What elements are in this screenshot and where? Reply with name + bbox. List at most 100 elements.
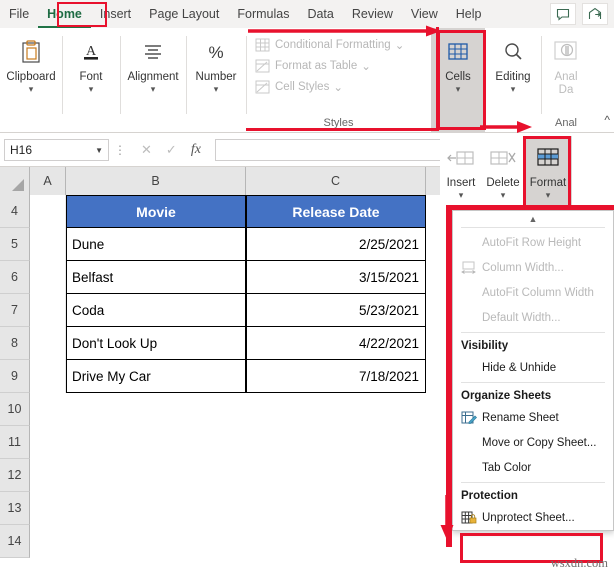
chevron-down-icon[interactable]: ▾ bbox=[459, 191, 464, 200]
menu-item-move-or-copy-sheet[interactable]: Move or Copy Sheet... bbox=[453, 430, 613, 455]
chevron-down-icon[interactable]: ▾ bbox=[151, 85, 156, 94]
row-header-13[interactable]: 13 bbox=[0, 492, 30, 525]
cell-b4-movie-header[interactable]: Movie bbox=[66, 195, 246, 228]
blank-icon bbox=[459, 284, 478, 301]
cell-b7[interactable]: Coda bbox=[66, 294, 246, 327]
alignment-button[interactable]: Alignment ▾ bbox=[127, 36, 179, 106]
ribbon-group-editing[interactable]: Editing ▾ bbox=[485, 28, 541, 133]
cell-a5[interactable] bbox=[30, 228, 66, 261]
enter-check-icon[interactable]: ✓ bbox=[166, 142, 177, 158]
cell-c8[interactable]: 4/22/2021 bbox=[246, 327, 426, 360]
conditional-formatting-icon bbox=[254, 37, 270, 52]
ribbon-group-analyze[interactable]: Anal Da Anal bbox=[541, 28, 591, 133]
cell-styles-button[interactable]: Cell Styles ⌄ bbox=[254, 76, 431, 97]
row-header-6[interactable]: 6 bbox=[0, 261, 30, 294]
ribbon-group-font[interactable]: A Font ▾ bbox=[62, 28, 120, 133]
select-all-corner[interactable] bbox=[0, 167, 30, 195]
tab-page-layout[interactable]: Page Layout bbox=[140, 0, 228, 28]
chevron-down-icon[interactable]: ▾ bbox=[501, 191, 506, 200]
row-header-12[interactable]: 12 bbox=[0, 459, 30, 492]
cell-c7[interactable]: 5/23/2021 bbox=[246, 294, 426, 327]
row-header-4[interactable]: 4 bbox=[0, 195, 30, 228]
cell-a7[interactable] bbox=[30, 294, 66, 327]
clipboard-button[interactable]: Clipboard ▾ bbox=[6, 36, 56, 106]
fx-icon[interactable]: fx bbox=[191, 142, 201, 158]
name-box-value: H16 bbox=[10, 143, 33, 157]
cell-a6[interactable] bbox=[30, 261, 66, 294]
share-icon[interactable] bbox=[582, 3, 608, 25]
cell-b9[interactable]: Drive My Car bbox=[66, 360, 246, 393]
name-box[interactable]: H16 ▼ bbox=[4, 139, 109, 161]
column-header-b[interactable]: B bbox=[66, 167, 246, 195]
chevron-down-icon[interactable]: ▾ bbox=[546, 191, 551, 200]
ribbon-group-cells[interactable]: Cells ▾ bbox=[431, 28, 485, 133]
scroll-up-arrow-icon[interactable]: ▲ bbox=[453, 213, 613, 225]
cell-a9[interactable] bbox=[30, 360, 66, 393]
cell-a8[interactable] bbox=[30, 327, 66, 360]
menu-item-column-width[interactable]: Column Width... bbox=[453, 255, 613, 280]
ribbon-group-clipboard[interactable]: Clipboard ▾ bbox=[0, 28, 62, 133]
tab-view[interactable]: View bbox=[402, 0, 447, 28]
cell-a4[interactable] bbox=[30, 195, 66, 228]
column-header-c[interactable]: C bbox=[246, 167, 426, 195]
row-header-9[interactable]: 9 bbox=[0, 360, 30, 393]
ribbon-group-number[interactable]: % Number ▾ bbox=[186, 28, 246, 133]
chevron-down-icon[interactable]: ▾ bbox=[511, 85, 516, 94]
chevron-down-icon[interactable]: ⌄ bbox=[333, 80, 343, 94]
delete-cells-button[interactable]: Delete ▾ bbox=[482, 136, 524, 208]
format-dropdown-menu: ▲ AutoFit Row Height Column Width... Aut… bbox=[452, 210, 614, 531]
menu-item-autofit-row-height[interactable]: AutoFit Row Height bbox=[453, 230, 613, 255]
tab-help[interactable]: Help bbox=[447, 0, 491, 28]
cell-b5[interactable]: Dune bbox=[66, 228, 246, 261]
conditional-formatting-button[interactable]: Conditional Formatting ⌄ bbox=[254, 34, 431, 55]
comment-icon[interactable] bbox=[550, 3, 576, 25]
font-button[interactable]: A Font ▾ bbox=[68, 36, 114, 106]
alignment-label: Alignment bbox=[127, 71, 179, 83]
analyze-label-line2: Da bbox=[558, 84, 574, 96]
chevron-down-icon[interactable]: ▾ bbox=[29, 85, 34, 94]
number-button[interactable]: % Number ▾ bbox=[193, 36, 239, 106]
row-header-10[interactable]: 10 bbox=[0, 393, 30, 426]
cell-c9[interactable]: 7/18/2021 bbox=[246, 360, 426, 393]
format-as-table-icon bbox=[254, 58, 270, 73]
menu-item-tab-color[interactable]: Tab Color bbox=[453, 455, 613, 480]
tab-review[interactable]: Review bbox=[343, 0, 402, 28]
menu-item-unprotect-sheet[interactable]: Unprotect Sheet... bbox=[453, 505, 613, 530]
chevron-down-icon[interactable]: ▾ bbox=[89, 85, 94, 94]
tab-data[interactable]: Data bbox=[298, 0, 342, 28]
column-header-a[interactable]: A bbox=[30, 167, 66, 195]
chevron-down-icon[interactable]: ▼ bbox=[95, 146, 103, 155]
chevron-down-icon[interactable]: ▾ bbox=[456, 85, 461, 94]
format-cells-button[interactable]: Format ▾ bbox=[524, 136, 572, 208]
format-as-table-button[interactable]: Format as Table ⌄ bbox=[254, 55, 431, 76]
tab-insert[interactable]: Insert bbox=[91, 0, 140, 28]
tab-file[interactable]: File bbox=[0, 0, 38, 28]
cell-c5[interactable]: 2/25/2021 bbox=[246, 228, 426, 261]
row-header-5[interactable]: 5 bbox=[0, 228, 30, 261]
chevron-down-icon[interactable]: ⌄ bbox=[395, 38, 405, 52]
row-header-8[interactable]: 8 bbox=[0, 327, 30, 360]
collapse-ribbon-icon[interactable]: ^ bbox=[604, 113, 610, 127]
chevron-down-icon[interactable]: ⌄ bbox=[361, 59, 371, 73]
row-header-11[interactable]: 11 bbox=[0, 426, 30, 459]
cell-c4-release-date-header[interactable]: Release Date bbox=[246, 195, 426, 228]
menu-item-default-width[interactable]: Default Width... bbox=[453, 305, 613, 330]
row-header-14[interactable]: 14 bbox=[0, 525, 30, 558]
insert-cells-button[interactable]: Insert ▾ bbox=[440, 136, 482, 208]
tab-home[interactable]: Home bbox=[38, 0, 91, 28]
analyze-group-label: Anal bbox=[554, 117, 578, 129]
menu-item-autofit-column-width[interactable]: AutoFit Column Width bbox=[453, 280, 613, 305]
formula-bar-handle[interactable]: ⋮ bbox=[109, 143, 131, 157]
menu-item-rename-sheet[interactable]: Rename Sheet bbox=[453, 405, 613, 430]
cells-label: Cells bbox=[445, 71, 471, 83]
ribbon-group-alignment[interactable]: Alignment ▾ bbox=[120, 28, 186, 133]
cell-b8[interactable]: Don't Look Up bbox=[66, 327, 246, 360]
cell-c6[interactable]: 3/15/2021 bbox=[246, 261, 426, 294]
menu-item-hide-unhide[interactable]: Hide & Unhide bbox=[453, 355, 613, 380]
row-header-7[interactable]: 7 bbox=[0, 294, 30, 327]
ribbon-tab-bar: File Home Insert Page Layout Formulas Da… bbox=[0, 0, 614, 28]
cell-b6[interactable]: Belfast bbox=[66, 261, 246, 294]
chevron-down-icon[interactable]: ▾ bbox=[214, 85, 219, 94]
tab-formulas[interactable]: Formulas bbox=[228, 0, 298, 28]
cancel-x-icon[interactable]: ✕ bbox=[141, 142, 152, 158]
